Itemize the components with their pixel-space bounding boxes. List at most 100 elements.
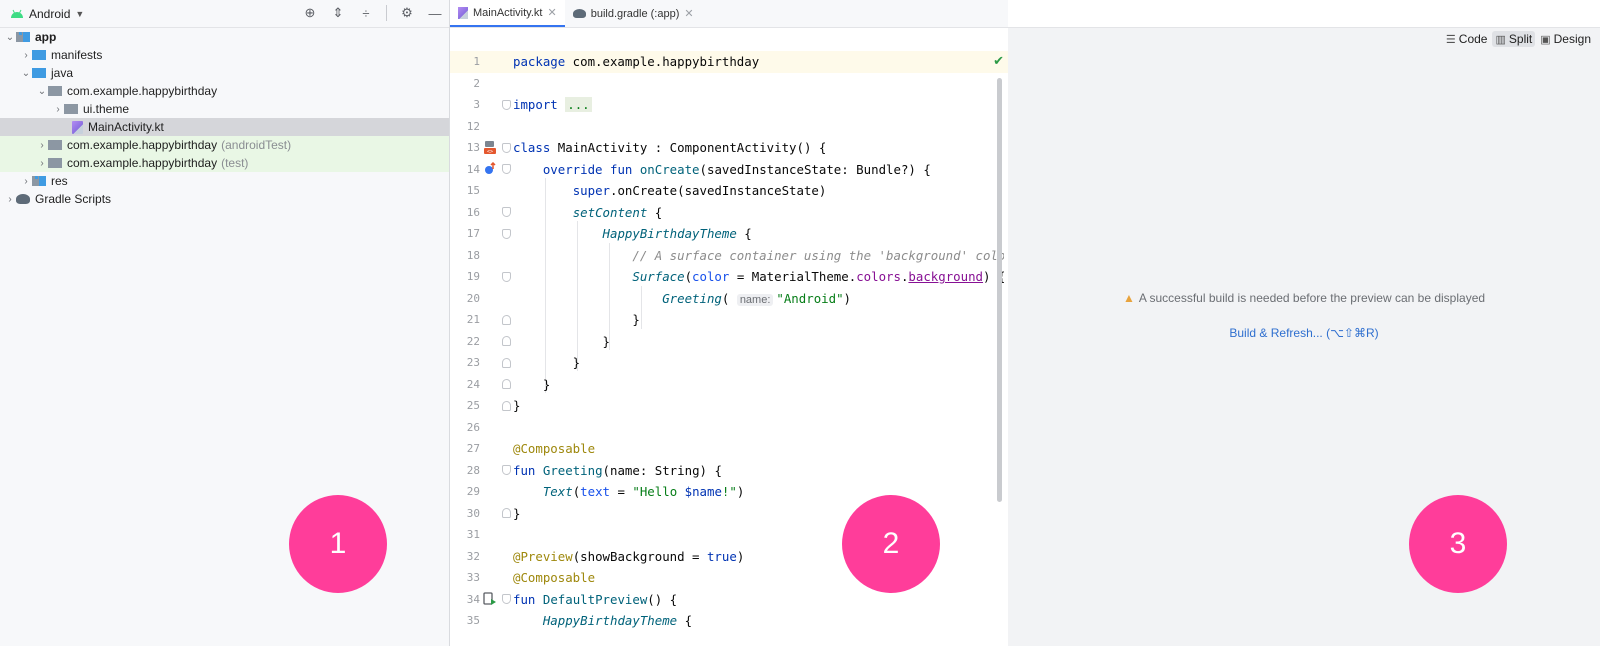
fold-icon[interactable] [502,594,511,605]
editor-tabs: MainActivity.kt ✕ build.gradle (:app) ✕ [450,0,1008,28]
tree-item-gradle-scripts[interactable]: › Gradle Scripts [0,190,449,208]
tree-item-mainactivity[interactable]: MainActivity.kt [0,118,449,136]
build-refresh-link[interactable]: Build & Refresh... (⌥⇧⌘R) [1008,326,1600,340]
collapse-all-icon[interactable]: ÷ [358,5,374,21]
close-icon[interactable]: ✕ [547,6,556,19]
fold-icon[interactable] [502,357,511,368]
code-text: Text(text = "Hello $name!") [542,484,745,500]
chevron-down-icon: ▼ [75,8,85,19]
code-view-icon: ☰ [1445,33,1456,46]
callout-badge-3: 3 [1409,495,1507,593]
fold-icon[interactable] [502,314,511,325]
module-folder-icon [16,32,30,42]
code-text: package com.example.happybirthday [513,54,760,70]
gradle-icon [572,9,586,18]
tree-item-suffix: (androidTest) [221,138,292,152]
line-number: 29 [466,485,480,499]
tree-item-manifests[interactable]: › manifests [0,46,449,64]
chevron-down-icon[interactable]: ⌄ [36,86,48,97]
code-text: Greeting( name: "Android") [662,290,851,306]
fold-icon[interactable] [502,228,511,239]
fold-icon[interactable] [502,336,511,347]
chevron-right-icon[interactable]: › [20,176,32,187]
hide-icon[interactable]: — [427,5,443,21]
tree-item-test-package[interactable]: › com.example.happybirthday (test) [0,154,449,172]
line-number: 22 [466,334,480,348]
chevron-down-icon[interactable]: ⌄ [20,68,32,79]
line-number: 23 [466,356,480,370]
tree-item-res[interactable]: › res [0,172,449,190]
line-number: 17 [466,227,480,241]
vertical-scrollbar[interactable] [997,78,1002,502]
code-text: fun DefaultPreview() { [513,591,678,607]
code-mode-button[interactable]: ☰ Code [1443,31,1491,47]
fold-icon[interactable] [502,207,511,218]
fold-icon[interactable] [502,379,511,390]
expand-all-icon[interactable]: ⇕ [330,5,346,21]
project-view-selector[interactable]: Android ▼ [10,7,84,21]
tree-item-java[interactable]: ⌄ java [0,64,449,82]
preview-icon[interactable] [483,592,497,606]
tree-item-ui-theme[interactable]: › ui.theme [0,100,449,118]
line-number: 14 [466,162,480,176]
tree-item-android-test-package[interactable]: › com.example.happybirthday (androidTest… [0,136,449,154]
line-number: 32 [466,549,480,563]
chevron-right-icon[interactable]: › [52,104,64,115]
code-text: } [513,355,581,371]
code-text: setContent { [572,204,663,220]
code-line: 13 <> class MainActivity : ComponentActi… [450,137,1008,159]
code-line: 27 @Composable [450,438,1008,460]
line-number: 13 [466,141,480,155]
line-number: 31 [466,528,480,542]
code-text: import ... [513,97,592,113]
package-icon [48,140,62,150]
chevron-right-icon[interactable]: › [36,140,48,151]
code-line: 1 package com.example.happybirthday ✔ [450,51,1008,73]
project-toolbar: ⊕ ⇕ ÷ ⚙ — [302,5,443,21]
project-header: Android ▼ ⊕ ⇕ ÷ ⚙ — [0,0,449,28]
target-icon[interactable]: ⊕ [302,5,318,21]
code-text: HappyBirthdayTheme { [602,226,752,242]
fold-icon[interactable] [502,400,511,411]
chevron-right-icon[interactable]: › [4,194,16,205]
tab-mainactivity[interactable]: MainActivity.kt ✕ [450,0,565,27]
line-number: 18 [466,248,480,262]
line-number: 34 [466,592,480,606]
folder-icon [32,50,46,60]
code-line: 14 override fun onCreate(savedInstanceSt… [450,159,1008,181]
code-line: 24 } [450,374,1008,396]
fold-icon[interactable] [502,99,511,110]
fold-icon[interactable] [502,164,511,175]
code-line: 34 fun DefaultPreview() { [450,589,1008,611]
tab-build-gradle[interactable]: build.gradle (:app) ✕ [565,0,702,27]
tab-label: build.gradle (:app) [590,7,680,20]
code-line: 28 fun Greeting(name: String) { [450,460,1008,482]
tree-item-package[interactable]: ⌄ com.example.happybirthday [0,82,449,100]
split-mode-button[interactable]: ▥ Split [1492,31,1536,47]
chevron-down-icon[interactable]: ⌄ [4,32,16,43]
mode-label: Split [1508,32,1533,46]
design-mode-button[interactable]: ▣ Design [1537,31,1594,47]
code-line: 23 } [450,352,1008,374]
override-icon[interactable] [483,162,497,176]
chevron-right-icon[interactable]: › [20,50,32,61]
line-number: 20 [466,291,480,305]
activity-icon[interactable]: <> [483,140,497,155]
fold-icon[interactable] [502,508,511,519]
package-icon [48,86,62,96]
code-line: 22 } [450,331,1008,353]
line-number: 35 [466,614,480,628]
preview-status-message: ▲ A successful build is needed before the… [1008,291,1600,305]
close-icon[interactable]: ✕ [684,7,693,20]
warning-icon: ▲ [1122,291,1135,305]
fold-icon[interactable] [502,271,511,282]
fold-icon[interactable] [502,465,511,476]
line-number: 12 [466,119,480,133]
tree-item-app[interactable]: ⌄ app [0,28,449,46]
fold-icon[interactable] [502,142,511,153]
gear-icon[interactable]: ⚙ [399,5,415,21]
tree-item-label: res [51,174,68,188]
editor-mode-bar: ☰ Code ▥ Split ▣ Design [1008,28,1600,50]
chevron-right-icon[interactable]: › [36,158,48,169]
code-line: 12 [450,116,1008,138]
